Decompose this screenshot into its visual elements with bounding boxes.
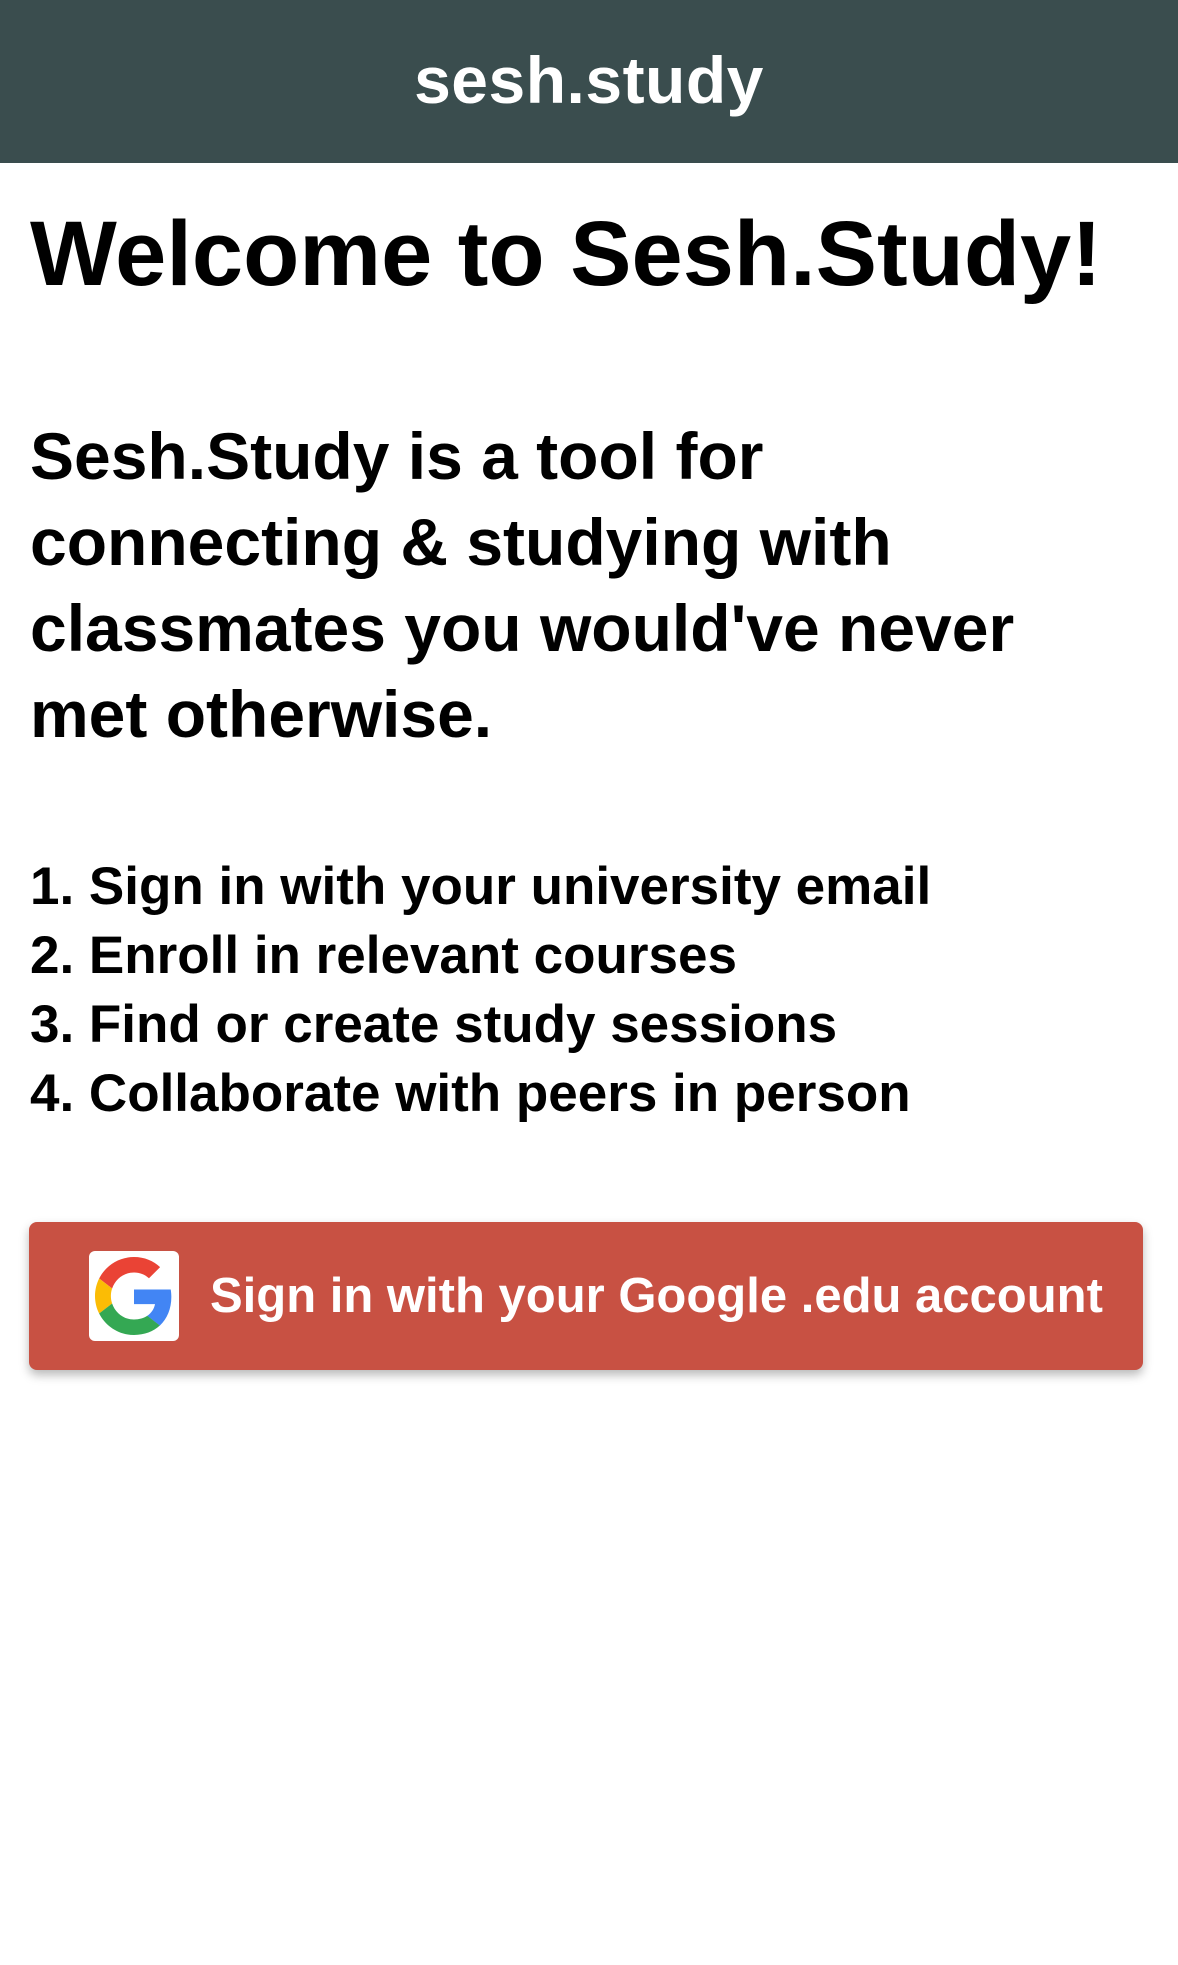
app-screen: sesh.study Welcome to Sesh.Study! Sesh.S… (0, 0, 1178, 1965)
step-item: 3. Find or create study sessions (30, 995, 838, 1054)
google-icon (89, 1251, 179, 1341)
app-title: sesh.study (414, 42, 764, 117)
intro-text: Sesh.Study is a tool for connecting & st… (30, 419, 1015, 751)
step-item: 1. Sign in with your university email (30, 857, 932, 916)
top-bar: sesh.study (0, 0, 1178, 163)
welcome-heading: Welcome to Sesh.Study! (30, 203, 1102, 305)
google-signin-button[interactable]: Sign in with your Google .edu account (29, 1222, 1143, 1370)
steps-list: 1. Sign in with your university email 2.… (30, 852, 1150, 1128)
step-item: 2. Enroll in relevant courses (30, 926, 737, 985)
step-item: 4. Collaborate with peers in person (30, 1064, 911, 1123)
google-signin-label: Sign in with your Google .edu account (210, 1268, 1103, 1323)
